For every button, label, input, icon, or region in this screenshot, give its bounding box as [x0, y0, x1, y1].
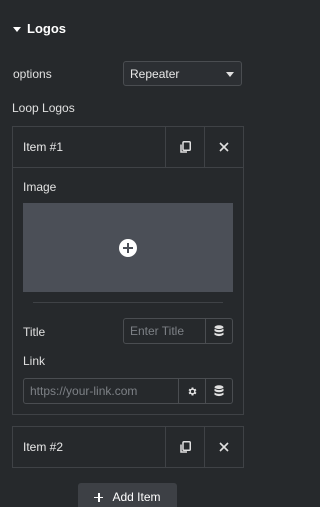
add-item-label: Add Item	[112, 490, 161, 504]
caret-down-icon	[13, 26, 21, 32]
link-options-button[interactable]	[178, 379, 205, 403]
repeater-item-header[interactable]: Item #1	[13, 127, 243, 167]
add-item-button[interactable]: Add Item	[78, 483, 177, 507]
divider	[33, 302, 223, 303]
repeater-item: Item #1 Image Title Enter Title Link htt…	[12, 126, 244, 415]
plus-icon	[94, 492, 104, 502]
repeater-item-title: Item #2	[23, 440, 64, 454]
logos-panel: Logos options Repeater Loop Logos Item #…	[0, 0, 258, 507]
repeater-item-header[interactable]: Item #2	[13, 427, 243, 467]
repeater-item: Item #2	[12, 426, 244, 468]
image-label: Image	[23, 180, 57, 194]
options-select[interactable]: Repeater	[123, 61, 242, 86]
close-icon	[219, 142, 229, 152]
loop-logos-label: Loop Logos	[12, 101, 75, 115]
options-selected-value: Repeater	[130, 66, 180, 81]
copy-icon	[179, 141, 191, 153]
image-upload-area[interactable]	[23, 203, 233, 292]
repeater-item-body: Image Title Link	[13, 167, 243, 415]
duplicate-item-button[interactable]	[165, 127, 204, 167]
remove-item-button[interactable]	[204, 127, 243, 167]
remove-item-button[interactable]	[204, 427, 243, 467]
section-title: Logos	[27, 21, 66, 36]
database-icon	[214, 325, 224, 337]
dynamic-tags-button[interactable]	[205, 379, 232, 403]
section-header-logos[interactable]: Logos	[13, 21, 66, 36]
title-label: Title	[23, 325, 46, 339]
link-field	[23, 378, 233, 404]
link-input[interactable]	[24, 379, 178, 403]
title-input[interactable]	[124, 319, 205, 343]
close-icon	[219, 442, 229, 452]
title-field	[123, 318, 233, 344]
repeater-item-title: Item #1	[23, 140, 64, 154]
database-icon	[214, 385, 224, 397]
copy-icon	[179, 441, 191, 453]
gear-icon	[188, 386, 196, 396]
dynamic-tags-button[interactable]	[205, 319, 232, 343]
plus-circle-icon	[119, 238, 137, 257]
duplicate-item-button[interactable]	[165, 427, 204, 467]
link-label: Link	[23, 354, 46, 368]
options-label: options	[13, 67, 52, 81]
chevron-down-icon	[226, 72, 234, 77]
